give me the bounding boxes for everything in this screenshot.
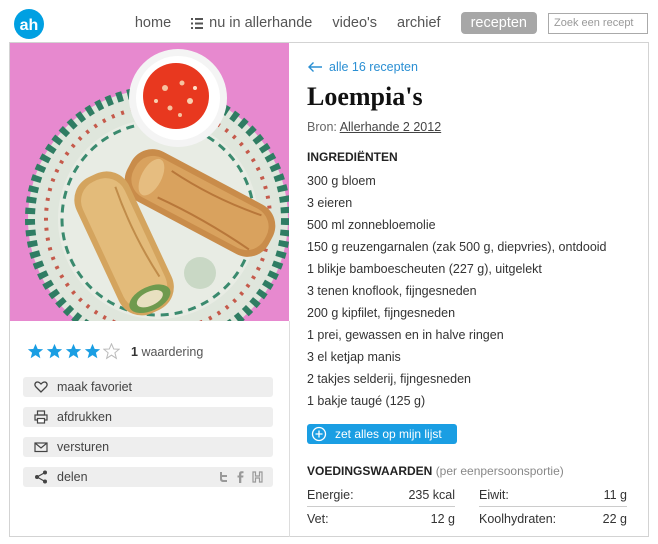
ingredient-item: 3 eieren xyxy=(307,196,353,210)
ingredient-item: 1 prei, gewassen en in halve ringen xyxy=(307,328,504,342)
nav-archief[interactable]: archief xyxy=(397,12,441,34)
column-divider xyxy=(289,321,290,537)
share-icons xyxy=(218,471,263,483)
nav-nu-in-allerhande[interactable]: nu in allerhande xyxy=(191,12,312,34)
nav-videos-label: video's xyxy=(332,15,378,31)
send-button[interactable]: versturen xyxy=(23,437,273,457)
ingredient-item: 200 g kipfilet, fijngesneden xyxy=(307,306,456,320)
ah-logo[interactable]: ah xyxy=(14,9,44,39)
nav-recepten[interactable]: recepten xyxy=(460,12,537,34)
recipe-source: Bron: Allerhande 2 2012 xyxy=(307,120,441,134)
print-button[interactable]: afdrukken xyxy=(23,407,273,427)
nutrition-label: Eiwit: xyxy=(479,487,509,502)
search-input[interactable] xyxy=(548,12,648,34)
share-label: delen xyxy=(57,470,88,484)
rating-count: 1 waardering xyxy=(131,345,203,359)
top-nav: home nu in allerhande video's archief re… xyxy=(115,12,648,34)
facebook-icon[interactable] xyxy=(237,471,244,483)
nutrition-value: 235 kcal xyxy=(408,487,455,502)
nutrition-heading: VOEDINGSWAARDEN (per eenpersoonsportie) xyxy=(307,464,564,478)
ingredient-item: 3 el ketjap manis xyxy=(307,350,401,364)
print-label: afdrukken xyxy=(57,410,112,424)
ingredient-item: 3 tenen knoflook, fijngesneden xyxy=(307,284,477,298)
nutrition-row: Energie: 235 kcal Eiwit: 11 g xyxy=(307,483,627,507)
nutrition-row: Vet: 12 g Koolhydraten: 22 g xyxy=(307,507,627,531)
back-label: alle 16 recepten xyxy=(329,60,418,74)
nav-videos[interactable]: video's xyxy=(332,12,377,34)
twitter-icon[interactable] xyxy=(218,471,229,483)
share-button[interactable]: delen xyxy=(23,467,273,487)
nutrition-value: 11 g xyxy=(603,487,627,502)
plus-circle-icon xyxy=(311,426,327,442)
rating[interactable]: 1 waardering xyxy=(27,343,203,360)
nutrition-label: Vet: xyxy=(307,512,329,526)
star-filled-icon[interactable] xyxy=(84,343,101,360)
recipe-title: Loempia's xyxy=(307,82,423,111)
ingredients-heading: INGREDIËNTEN xyxy=(307,150,398,164)
ah-logo-icon: ah xyxy=(20,17,39,34)
share-icon xyxy=(35,470,47,484)
nutrition-value: 12 g xyxy=(430,512,455,526)
recipe-photo-illustration xyxy=(10,43,289,321)
send-label: versturen xyxy=(57,440,110,454)
ingredients-list: 300 g bloem 3 eieren 500 ml zonnebloemol… xyxy=(307,170,607,412)
nutrition-heading-sub: (per eenpersoonsportie) xyxy=(435,464,564,478)
rating-count-number: 1 xyxy=(131,344,138,359)
nav-archief-label: archief xyxy=(397,15,441,31)
nutrition-carbs: Koolhydraten: 22 g xyxy=(479,507,627,531)
star-filled-icon[interactable] xyxy=(65,343,82,360)
nav-recepten-label: recepten xyxy=(470,15,527,31)
recipe-card: 1 waardering maak favoriet afdrukken ver… xyxy=(9,42,649,537)
heart-icon xyxy=(34,381,48,393)
nutrition-label: Koolhydraten: xyxy=(479,512,557,526)
star-filled-icon[interactable] xyxy=(46,343,63,360)
star-empty-icon[interactable] xyxy=(103,343,120,360)
ingredient-item: 500 ml zonnebloemolie xyxy=(307,218,436,232)
star-filled-icon[interactable] xyxy=(27,343,44,360)
list-icon xyxy=(191,17,204,29)
nutrition-energy: Energie: 235 kcal xyxy=(307,483,455,507)
arrow-left-icon xyxy=(308,62,322,72)
ingredient-item: 2 takjes selderij, fijngesneden xyxy=(307,372,471,386)
envelope-icon xyxy=(34,442,48,453)
nutrition-heading-title: VOEDINGSWAARDEN xyxy=(307,464,433,478)
nutrition-table: Energie: 235 kcal Eiwit: 11 g Vet: 12 g Koo… xyxy=(307,483,627,531)
source-label: Bron: xyxy=(307,120,337,134)
add-to-list-label: zet alles op mijn lijst xyxy=(335,427,442,441)
printer-icon xyxy=(34,410,48,424)
nutrition-protein: Eiwit: 11 g xyxy=(479,483,627,507)
nutrition-fat: Vet: 12 g xyxy=(307,507,455,531)
back-to-recipes-link[interactable]: alle 16 recepten xyxy=(307,60,418,74)
rating-count-label: waardering xyxy=(141,344,204,359)
ingredient-item: 1 blikje bamboescheuten (227 g), uitgele… xyxy=(307,262,542,276)
ingredient-item: 150 g reuzengarnalen (zak 500 g, diepvri… xyxy=(307,240,607,254)
nav-home[interactable]: home xyxy=(135,12,171,34)
nav-home-label: home xyxy=(134,15,172,31)
svg-text:ah: ah xyxy=(20,17,39,34)
ingredient-item: 1 bakje taugé (125 g) xyxy=(307,394,426,408)
nutrition-value: 22 g xyxy=(602,512,627,526)
recipe-photo xyxy=(10,43,289,321)
favorite-label: maak favoriet xyxy=(57,380,133,394)
ingredient-item: 300 g bloem xyxy=(307,174,376,188)
nav-nu-label: nu in allerhande xyxy=(209,15,313,31)
add-to-list-button[interactable]: zet alles op mijn lijst xyxy=(307,424,457,444)
favorite-button[interactable]: maak favoriet xyxy=(23,377,273,397)
hyves-icon[interactable] xyxy=(252,471,263,483)
nutrition-label: Energie: xyxy=(307,487,354,502)
source-link[interactable]: Allerhande 2 2012 xyxy=(340,120,441,134)
